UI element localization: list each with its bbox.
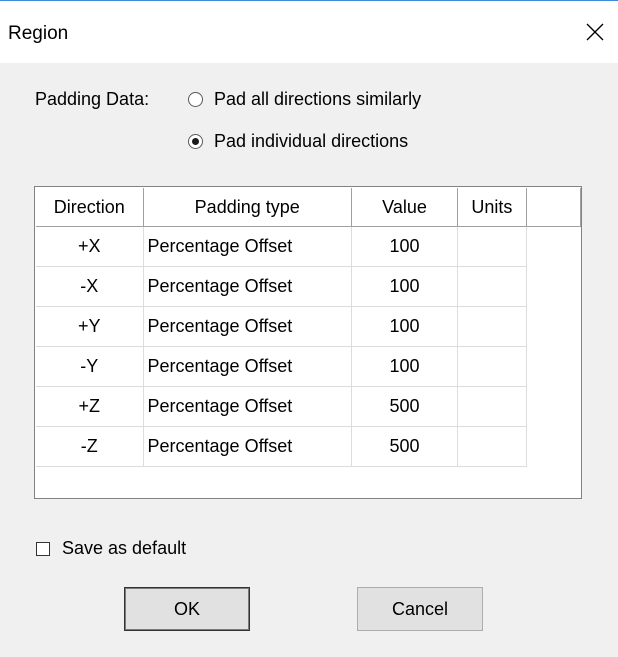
cell-direction[interactable]: -X bbox=[36, 266, 144, 307]
cell-value[interactable]: 100 bbox=[350, 266, 459, 307]
cancel-button[interactable]: Cancel bbox=[357, 587, 483, 631]
padding-data-label: Padding Data: bbox=[35, 89, 150, 109]
cell-units[interactable] bbox=[457, 226, 527, 267]
padding-table[interactable]: Direction Padding type Value Units +X Pe… bbox=[34, 186, 582, 499]
cell-direction[interactable]: +Y bbox=[36, 306, 144, 347]
radio-pad-individual[interactable]: Pad individual directions bbox=[188, 131, 408, 152]
close-button[interactable] bbox=[572, 1, 618, 63]
cell-direction[interactable]: -Y bbox=[36, 346, 144, 387]
cell-direction[interactable]: -Z bbox=[36, 426, 144, 467]
header-value[interactable]: Value bbox=[350, 188, 459, 227]
table-row[interactable]: +X Percentage Offset 100 bbox=[36, 226, 581, 267]
checkbox-box[interactable] bbox=[36, 541, 50, 556]
table-row[interactable]: -Z Percentage Offset 500 bbox=[36, 426, 581, 467]
cell-units[interactable] bbox=[457, 306, 527, 347]
cell-value[interactable]: 500 bbox=[350, 386, 459, 427]
cell-value[interactable]: 100 bbox=[350, 226, 459, 267]
window-title: Region bbox=[8, 23, 69, 44]
radio-button-unchecked[interactable] bbox=[188, 92, 203, 107]
cell-padding-type[interactable]: Percentage Offset bbox=[142, 386, 352, 427]
cell-padding-type[interactable]: Percentage Offset bbox=[142, 426, 352, 467]
cell-units[interactable] bbox=[457, 386, 527, 427]
cell-padding-type[interactable]: Percentage Offset bbox=[142, 266, 352, 307]
cell-units[interactable] bbox=[457, 266, 527, 307]
table-row[interactable]: +Y Percentage Offset 100 bbox=[36, 306, 581, 347]
cell-units[interactable] bbox=[457, 346, 527, 387]
table-row[interactable]: -X Percentage Offset 100 bbox=[36, 266, 581, 307]
save-as-default-label: Save as default bbox=[62, 538, 187, 558]
cell-value[interactable]: 500 bbox=[350, 426, 459, 467]
table-header-row: Direction Padding type Value Units bbox=[36, 188, 582, 227]
radio-button-checked[interactable] bbox=[188, 134, 203, 149]
radio-pad-individual-label: Pad individual directions bbox=[214, 131, 409, 151]
header-padding-type[interactable]: Padding type bbox=[142, 188, 352, 227]
header-empty[interactable] bbox=[525, 188, 582, 227]
header-units[interactable]: Units bbox=[457, 188, 527, 227]
title-bar: Region bbox=[0, 0, 618, 63]
cell-value[interactable]: 100 bbox=[350, 306, 459, 347]
region-dialog: Region Padding Data: Pad all directions … bbox=[0, 0, 618, 657]
header-direction[interactable]: Direction bbox=[36, 188, 144, 227]
table-row[interactable]: +Z Percentage Offset 500 bbox=[36, 386, 581, 427]
cell-units[interactable] bbox=[457, 426, 527, 467]
table-row[interactable]: -Y Percentage Offset 100 bbox=[36, 346, 581, 387]
radio-pad-all[interactable]: Pad all directions similarly bbox=[188, 89, 421, 110]
cell-direction[interactable]: +X bbox=[36, 226, 144, 267]
save-as-default-checkbox[interactable]: Save as default bbox=[36, 538, 186, 559]
close-icon bbox=[586, 23, 604, 41]
cell-padding-type[interactable]: Percentage Offset bbox=[142, 306, 352, 347]
cell-direction[interactable]: +Z bbox=[36, 386, 144, 427]
cell-value[interactable]: 100 bbox=[350, 346, 459, 387]
cell-padding-type[interactable]: Percentage Offset bbox=[142, 346, 352, 387]
ok-button[interactable]: OK bbox=[124, 587, 250, 631]
radio-pad-all-label: Pad all directions similarly bbox=[214, 89, 422, 109]
cell-padding-type[interactable]: Percentage Offset bbox=[142, 226, 352, 267]
